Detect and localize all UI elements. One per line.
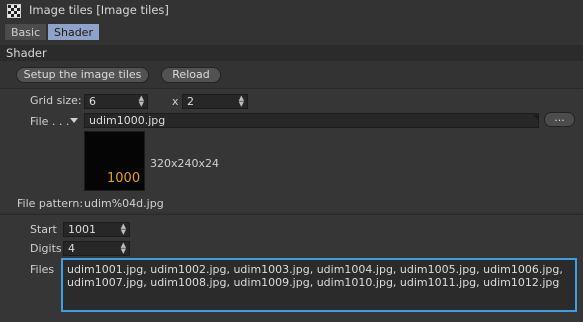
tab-basic[interactable]: Basic: [5, 24, 47, 40]
preview-number: 1000: [107, 171, 141, 186]
file-pattern-value: udim%04d.jpg: [84, 197, 164, 210]
files-line: udim1007.jpg, udim1008.jpg, udim1009.jpg…: [67, 276, 560, 289]
digits-label: Digits: [30, 242, 62, 255]
file-path-field[interactable]: udim1000.jpg: [84, 113, 539, 128]
checkerboard-icon: [7, 4, 21, 18]
spinner-arrows-icon[interactable]: ▲ ▼: [239, 95, 244, 108]
grid-x-stepper[interactable]: 6 ▲ ▼: [84, 94, 148, 109]
image-info: 320x240x24: [150, 157, 220, 170]
spinner-arrows-icon[interactable]: ▲ ▼: [139, 95, 144, 108]
file-label: File . . .: [30, 115, 70, 128]
browse-button[interactable]: ...: [544, 112, 575, 127]
files-label: Files: [30, 263, 55, 276]
tab-shader[interactable]: Shader: [48, 24, 99, 40]
start-stepper[interactable]: 1001 ▲ ▼: [63, 222, 130, 237]
digits-stepper[interactable]: 4 ▲ ▼: [63, 241, 130, 256]
grid-x-value: 6: [89, 95, 96, 108]
corner-indicator-icon: [533, 115, 539, 121]
spinner-arrows-icon[interactable]: ▲ ▼: [121, 223, 126, 236]
grid-y-stepper[interactable]: 2 ▲ ▼: [182, 94, 248, 109]
section-header: [0, 45, 583, 61]
file-pattern-label: File pattern:: [17, 197, 84, 210]
digits-value: 4: [68, 242, 75, 255]
section-title: Shader: [6, 46, 47, 60]
spinner-arrows-icon[interactable]: ▲ ▼: [121, 242, 126, 255]
start-value: 1001: [68, 223, 96, 236]
files-textarea[interactable]: udim1001.jpg, udim1002.jpg, udim1003.jpg…: [61, 258, 577, 312]
start-label: Start: [30, 223, 57, 236]
grid-size-label: Grid size:: [30, 94, 82, 107]
setup-image-tiles-button[interactable]: Setup the image tiles: [16, 67, 149, 83]
grid-times-label: x: [172, 95, 179, 108]
chevron-down-icon[interactable]: [70, 118, 78, 123]
files-line: udim1001.jpg, udim1002.jpg, udim1003.jpg…: [67, 263, 563, 276]
window-title: Image tiles [Image tiles]: [29, 3, 169, 17]
reload-button[interactable]: Reload: [161, 67, 221, 83]
grid-y-value: 2: [187, 95, 194, 108]
